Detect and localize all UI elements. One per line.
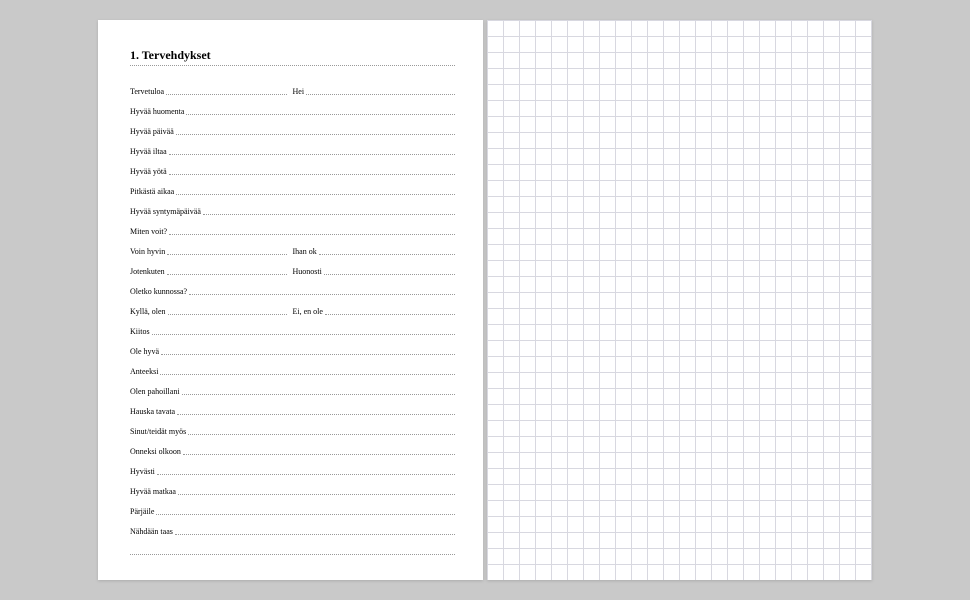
fill-line [182,394,455,395]
page-spread: 1. Tervehdykset Tervetuloa Hei Hyvää huome… [98,20,872,580]
vocab-row: Tervetuloa Hei [130,78,455,97]
title-rule [130,65,455,66]
term: Ole hyvä [130,347,161,357]
term: Anteeksi [130,367,160,377]
term: Hyvästi [130,467,157,477]
vocab-row: Hyvää huomenta [130,98,455,117]
vocab-row: Voin hyvin Ihan ok [130,238,455,257]
vocab-row: Sinut/teidät myös [130,418,455,437]
vocab-row: Hyvää päivää [130,118,455,137]
term: Hyvää iltaa [130,147,169,157]
fill-line [183,454,455,455]
term: Jotenkuten [130,267,167,277]
fill-line [160,374,455,375]
term: Onneksi olkoon [130,447,183,457]
fill-line [175,534,455,535]
fill-line [167,274,287,275]
left-page: 1. Tervehdykset Tervetuloa Hei Hyvää huome… [98,20,483,580]
term: Hauska tavata [130,407,177,417]
term: Kyllä, olen [130,307,168,317]
vocab-row: Hyvää syntymäpäivää [130,198,455,217]
vocab-row: Nähdään taas [130,518,455,537]
term: Kiitos [130,327,152,337]
vocabulary-list: Tervetuloa Hei Hyvää huomenta Hyvää päivää H… [130,78,455,557]
vocab-row: Hyvästi [130,458,455,477]
fill-line [176,134,455,135]
vocab-row: Ole hyvä [130,338,455,357]
term: Tervetuloa [130,87,166,97]
term: Olen pahoillani [130,387,182,397]
fill-line [167,254,286,255]
vocab-row: Hyvää yötä [130,158,455,177]
fill-line [306,94,455,95]
fill-line [157,474,455,475]
vocab-row: Onneksi olkoon [130,438,455,457]
term: Hyvää päivää [130,127,176,137]
fill-line [168,314,287,315]
term: Miten voit? [130,227,169,237]
term: Huonosti [293,267,324,277]
term: Hyvää matkaa [130,487,178,497]
fill-line [166,94,286,95]
fill-line [188,434,455,435]
term: Nähdään taas [130,527,175,537]
vocab-row: Jotenkuten Huonosti [130,258,455,277]
vocab-row: Oletko kunnossa? [130,278,455,297]
fill-line [156,514,455,515]
term: Ihan ok [293,247,319,257]
fill-line [152,334,455,335]
fill-line [178,494,455,495]
vocab-row: Anteeksi [130,358,455,377]
fill-line [177,414,455,415]
vocab-row: Pitkästä aikaa [130,178,455,197]
fill-line [169,154,455,155]
term: Sinut/teidät myös [130,427,188,437]
term: Hyvää syntymäpäivää [130,207,203,217]
fill-line [176,194,455,195]
term: Ei, en ole [293,307,325,317]
fill-line [203,214,455,215]
vocab-row: Kiitos [130,318,455,337]
vocab-row: Hyvää matkaa [130,478,455,497]
vocab-row [130,538,455,557]
fill-line [319,254,455,255]
vocab-row: Olen pahoillani [130,378,455,397]
vocab-row: Hyvää iltaa [130,138,455,157]
vocab-row: Miten voit? [130,218,455,237]
term: Pärjäile [130,507,156,517]
section-title: 1. Tervehdykset [130,48,455,63]
vocab-row: Kyllä, olen Ei, en ole [130,298,455,317]
fill-line [324,274,455,275]
vocab-row: Hauska tavata [130,398,455,417]
term: Hyvää huomenta [130,107,186,117]
right-page-grid [487,20,872,580]
fill-line [186,114,455,115]
term: Pitkästä aikaa [130,187,176,197]
term: Oletko kunnossa? [130,287,189,297]
fill-line [161,354,455,355]
fill-line [169,174,455,175]
term: Hei [293,87,307,97]
fill-line [189,294,455,295]
fill-line [169,234,455,235]
fill-line [130,554,455,555]
term: Hyvää yötä [130,167,169,177]
vocab-row: Pärjäile [130,498,455,517]
term: Voin hyvin [130,247,167,257]
fill-line [325,314,455,315]
